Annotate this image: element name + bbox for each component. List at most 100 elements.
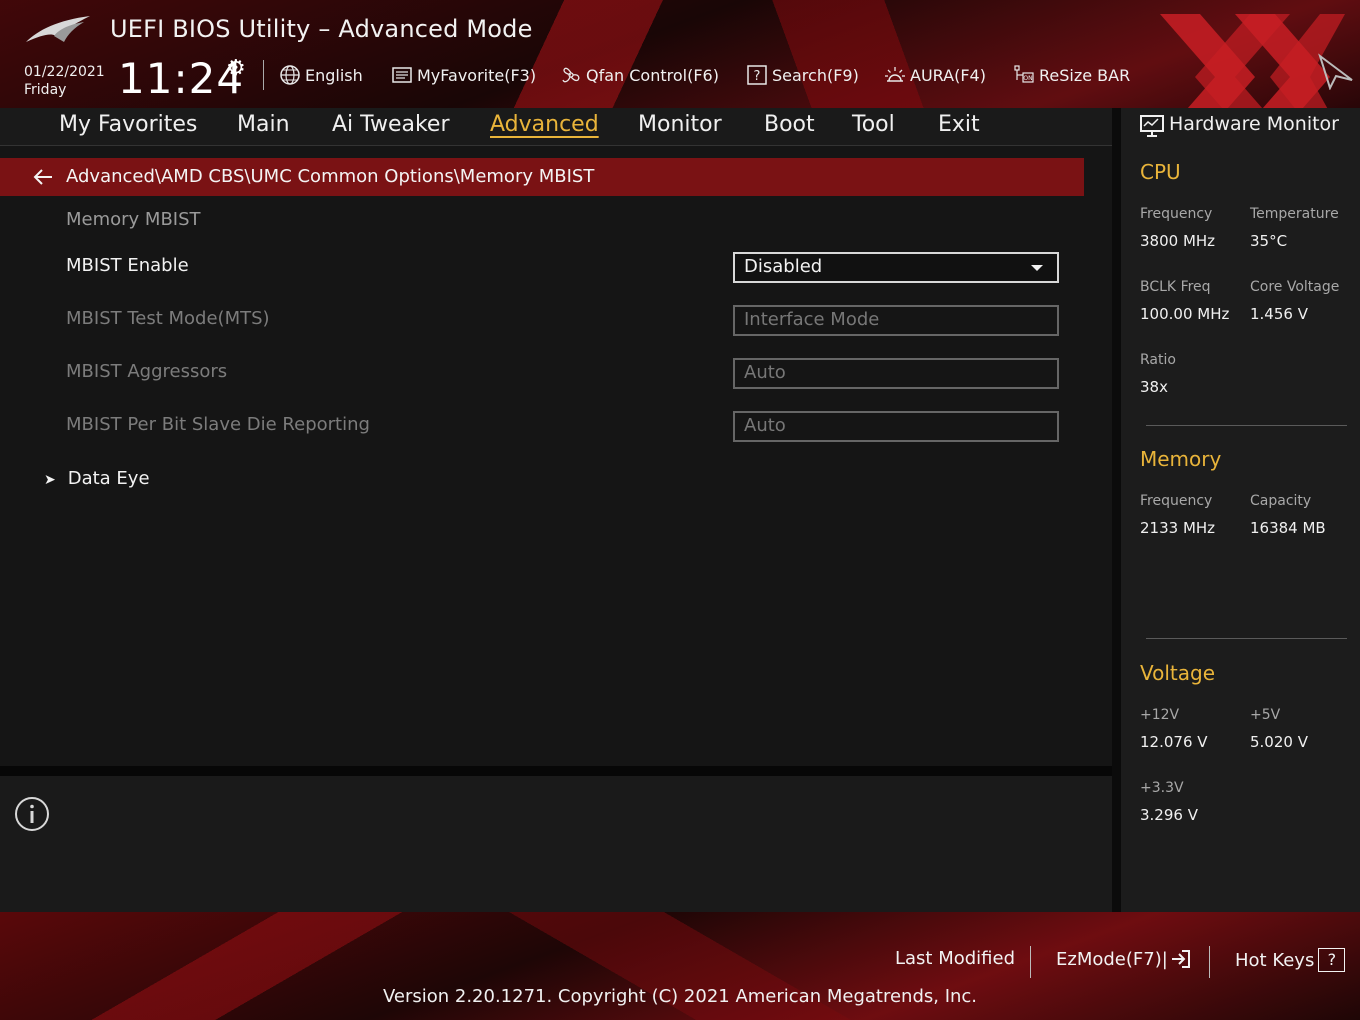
footer-divider [1209,946,1210,978]
settings-panel: Advanced\AMD CBS\UMC Common Options\Memo… [0,146,1112,766]
header-bar: UEFI BIOS Utility – Advanced Mode 01/22/… [0,0,1360,140]
info-divider [0,766,1112,776]
app-title: UEFI BIOS Utility – Advanced Mode [110,15,533,43]
search-label: Search(F9) [772,65,859,85]
cpu-frequency-label: Frequency [1140,206,1213,222]
mbist-test-mode-field: Interface Mode [733,305,1059,336]
last-modified-button[interactable]: Last Modified [895,948,1015,969]
mbist-aggressors-value: Auto [744,362,786,383]
resize-bar-icon: ON [1013,64,1035,86]
hardware-monitor-panel: Hardware Monitor CPU Frequency 3800 MHz … [1112,108,1360,912]
bclk-freq-label: BCLK Freq [1140,279,1211,295]
breadcrumb: Advanced\AMD CBS\UMC Common Options\Memo… [66,166,595,187]
mbist-aggressors-label: MBIST Aggressors [66,361,228,382]
tab-advanced[interactable]: Advanced [490,112,599,137]
ezmode-label: EzMode(F7)| [1056,948,1168,970]
cpu-temperature-value: 35°C [1250,232,1288,250]
footer-bar: Last Modified EzMode(F7)| Hot Keys ? Ver… [0,912,1360,1020]
resize-bar-label: ReSize BAR [1039,65,1131,85]
memory-capacity-label: Capacity [1250,493,1312,509]
aura-label: AURA(F4) [910,65,986,85]
cpu-heading: CPU [1140,160,1181,184]
last-modified-label: Last Modified [895,948,1016,969]
tab-tool[interactable]: Tool [852,112,895,137]
mbist-slave-die-reporting-value: Auto [744,415,786,436]
mbist-slave-die-reporting-field: Auto [733,411,1059,442]
voltage-12v-value: 12.076 V [1140,733,1208,751]
main-nav-tabs: My Favorites Main Ai Tweaker Advanced Mo… [0,108,1112,146]
exit-to-ezmode-icon [1171,950,1190,968]
core-voltage-label: Core Voltage [1250,279,1340,295]
monitor-icon [1140,115,1164,137]
mbist-enable-label: MBIST Enable [66,255,189,276]
help-question-icon: ? [1318,948,1346,972]
header-divider [263,60,264,90]
svg-text:ON: ON [1023,75,1032,82]
voltage-3v3-value: 3.296 V [1140,806,1198,824]
info-icon [15,797,49,831]
cpu-memory-divider [1146,425,1347,426]
memory-voltage-divider [1146,638,1347,639]
tab-exit[interactable]: Exit [938,112,980,137]
search-help-icon: ? [746,64,768,86]
memory-capacity-value: 16384 MB [1250,519,1326,537]
chevron-right-icon: ➤ [44,472,56,488]
info-panel [0,776,1112,912]
data-eye-label: Data Eye [67,468,150,489]
mbist-test-mode-value: Interface Mode [744,309,880,330]
my-favorite-button[interactable]: MyFavorite(F3) [391,63,536,87]
favorite-list-icon [391,64,413,86]
tab-boot[interactable]: Boot [764,112,815,137]
date-display: 01/22/2021 [24,64,105,80]
cpu-temperature-label: Temperature [1250,206,1339,222]
rog-logo-icon [26,16,90,42]
aura-button[interactable]: AURA(F4) [884,63,986,87]
voltage-5v-value: 5.020 V [1250,733,1308,751]
mbist-aggressors-field: Auto [733,358,1059,389]
ratio-value: 38x [1140,378,1168,396]
search-button[interactable]: ? Search(F9) [746,63,859,87]
qfan-control-label: Qfan Control(F6) [586,65,719,85]
cpu-frequency-value: 3800 MHz [1140,232,1216,250]
day-display: Friday [24,82,67,98]
voltage-heading: Voltage [1140,661,1216,685]
core-voltage-value: 1.456 V [1250,305,1308,323]
mbist-enable-value: Disabled [744,256,823,277]
voltage-3v3-label: +3.3V [1140,780,1184,796]
memory-frequency-value: 2133 MHz [1140,519,1216,537]
my-favorite-label: MyFavorite(F3) [417,65,537,85]
voltage-5v-label: +5V [1250,707,1281,723]
version-copyright: Version 2.20.1271. Copyright (C) 2021 Am… [382,986,978,1007]
hot-keys-label: Hot Keys [1235,949,1315,971]
bclk-freq-value: 100.00 MHz [1140,305,1230,323]
language-label: English [305,65,363,85]
mbist-test-mode-label: MBIST Test Mode(MTS) [66,308,270,329]
tab-main[interactable]: Main [237,112,290,137]
memory-frequency-label: Frequency [1140,493,1213,509]
chevron-down-icon [1031,265,1043,271]
data-eye-submenu[interactable]: ➤ Data Eye [44,468,150,489]
hot-keys-button[interactable]: Hot Keys ? [1235,948,1346,972]
tab-my-favorites[interactable]: My Favorites [59,112,197,137]
clock-settings-gear-icon[interactable]: ⚙ [226,56,246,81]
mbist-slave-die-reporting-label: MBIST Per Bit Slave Die Reporting [66,414,370,435]
back-arrow-icon[interactable] [32,166,54,188]
aura-light-icon [884,64,906,86]
breadcrumb-bar: Advanced\AMD CBS\UMC Common Options\Memo… [0,158,1084,196]
qfan-control-button[interactable]: Qfan Control(F6) [560,63,719,87]
resize-bar-button[interactable]: ON ReSize BAR [1013,63,1130,87]
section-title: Memory MBIST [66,209,201,230]
fan-icon [560,64,582,86]
language-button[interactable]: English [279,63,363,87]
svg-text:?: ? [754,69,761,84]
hardware-monitor-title: Hardware Monitor [1169,113,1339,135]
tab-ai-tweaker[interactable]: Ai Tweaker [332,112,450,137]
mbist-enable-dropdown[interactable]: Disabled [733,252,1059,283]
ezmode-button[interactable]: EzMode(F7)| [1056,948,1192,970]
ratio-label: Ratio [1140,352,1176,368]
footer-divider [1030,946,1031,978]
globe-icon [279,64,301,86]
memory-heading: Memory [1140,447,1222,471]
tab-monitor[interactable]: Monitor [638,112,722,137]
voltage-12v-label: +12V [1140,707,1180,723]
